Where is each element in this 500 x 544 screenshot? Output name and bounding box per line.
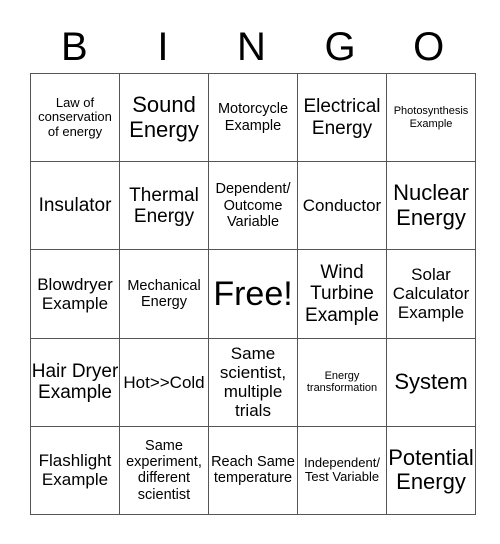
bingo-cell[interactable]: Same scientist, multiple trials	[208, 337, 298, 427]
bingo-cell[interactable]: Flashlight Example	[30, 425, 120, 516]
bingo-cell[interactable]: Photosynthesis Example	[386, 72, 476, 163]
bingo-cell[interactable]: Nuclear Energy	[386, 161, 476, 251]
bingo-cell[interactable]: System	[386, 337, 476, 427]
header-letter-i: I	[157, 25, 169, 69]
bingo-cell[interactable]: Dependent/ Outcome Variable	[208, 161, 298, 251]
bingo-header: B I N G O	[30, 24, 473, 70]
bingo-cell[interactable]: Wind Turbine Example	[297, 249, 387, 339]
bingo-cell[interactable]: Solar Calculator Example	[386, 249, 476, 339]
header-letter-b: B	[60, 25, 88, 69]
board-row: Blowdryer Example Mechanical Energy Free…	[30, 249, 476, 339]
header-letter-o: O	[413, 25, 445, 69]
bingo-cell[interactable]: Energy transformation	[297, 337, 387, 427]
bingo-board: Law of conservation of energy Sound Ener…	[30, 72, 476, 516]
board-row: Law of conservation of energy Sound Ener…	[30, 72, 476, 163]
bingo-cell[interactable]: Hot>>Cold	[119, 337, 209, 427]
bingo-cell[interactable]: Sound Energy	[119, 72, 209, 163]
bingo-cell[interactable]: Same experiment, different scientist	[119, 425, 209, 516]
bingo-cell[interactable]: Law of conservation of energy	[30, 72, 120, 163]
board-row: Flashlight Example Same experiment, diff…	[30, 425, 476, 516]
free-space-cell[interactable]: Free!	[208, 249, 298, 339]
bingo-cell[interactable]: Conductor	[297, 161, 387, 251]
bingo-cell[interactable]: Thermal Energy	[119, 161, 209, 251]
bingo-cell[interactable]: Potential Energy	[386, 425, 476, 516]
header-letter-g: G	[324, 25, 356, 69]
bingo-cell[interactable]: Hair Dryer Example	[30, 337, 120, 427]
bingo-cell[interactable]: Insulator	[30, 161, 120, 251]
bingo-cell[interactable]: Independent/ Test Variable	[297, 425, 387, 516]
bingo-cell[interactable]: Motorcycle Example	[208, 72, 298, 163]
header-letter-n: N	[237, 25, 266, 69]
bingo-cell[interactable]: Mechanical Energy	[119, 249, 209, 339]
bingo-cell[interactable]: Electrical Energy	[297, 72, 387, 163]
bingo-cell[interactable]: Blowdryer Example	[30, 249, 120, 339]
board-row: Hair Dryer Example Hot>>Cold Same scient…	[30, 337, 476, 427]
board-row: Insulator Thermal Energy Dependent/ Outc…	[30, 161, 476, 251]
bingo-cell[interactable]: Reach Same temperature	[208, 425, 298, 516]
